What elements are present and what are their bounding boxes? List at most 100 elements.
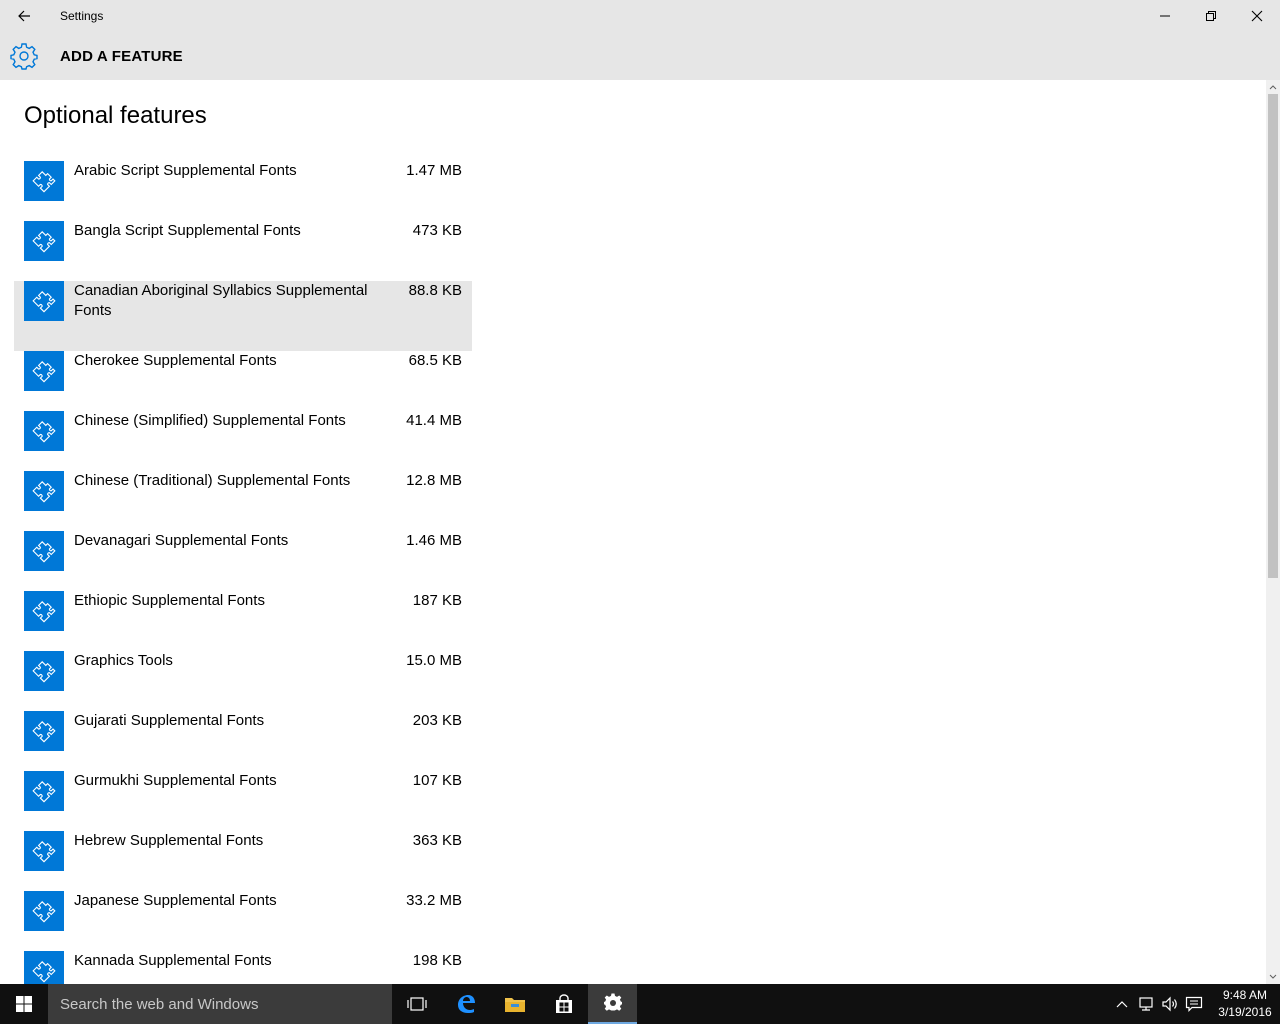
feature-size: 33.2 MB	[406, 892, 462, 909]
edge-browser-icon	[457, 995, 475, 1013]
puzzle-piece-icon	[24, 411, 64, 451]
feature-row[interactable]: Devanagari Supplemental Fonts 1.46 MB	[14, 531, 472, 591]
restore-icon	[1206, 11, 1216, 21]
puzzle-piece-icon	[24, 831, 64, 871]
back-button[interactable]	[0, 0, 48, 32]
puzzle-piece-icon	[24, 771, 64, 811]
feature-row[interactable]: Arabic Script Supplemental Fonts 1.47 MB	[14, 161, 472, 221]
gear-icon	[603, 993, 622, 1011]
feature-size: 363 KB	[412, 832, 462, 849]
feature-row[interactable]: Gujarati Supplemental Fonts 203 KB	[14, 711, 472, 771]
scroll-up-arrow-icon[interactable]	[1266, 80, 1280, 94]
folder-icon	[504, 998, 525, 1012]
restore-button[interactable]	[1188, 0, 1234, 32]
close-icon	[1251, 10, 1263, 22]
feature-name: Gurmukhi Supplemental Fonts	[74, 772, 277, 789]
puzzle-piece-icon	[24, 351, 64, 391]
scroll-down-arrow-icon[interactable]	[1266, 970, 1280, 984]
taskbar-store-button[interactable]	[539, 984, 588, 1024]
puzzle-piece-icon	[24, 161, 64, 201]
page-header-title: ADD A FEATURE	[60, 47, 183, 65]
feature-name: Japanese Supplemental Fonts	[74, 892, 277, 909]
feature-name: Canadian Aboriginal Syllabics Supplement…	[74, 282, 368, 319]
taskbar: Search the web and Windows 9:48 AM 3/19/…	[0, 984, 1280, 1024]
system-tray: 9:48 AM 3/19/2016	[1110, 984, 1280, 1024]
puzzle-piece-icon	[24, 651, 64, 691]
feature-row[interactable]: Graphics Tools 15.0 MB	[14, 651, 472, 711]
feature-row[interactable]: Bangla Script Supplemental Fonts 473 KB	[14, 221, 472, 281]
taskbar-file-explorer-button[interactable]	[490, 984, 539, 1024]
back-arrow-icon	[18, 10, 30, 22]
show-hidden-icons-chevron-icon[interactable]	[1110, 984, 1134, 1024]
clock-date: 3/19/2016	[1218, 1005, 1272, 1019]
feature-row-hovered[interactable]: Canadian Aboriginal Syllabics Supplement…	[14, 281, 472, 351]
feature-row[interactable]: Hebrew Supplemental Fonts 363 KB	[14, 831, 472, 891]
puzzle-piece-icon	[24, 471, 64, 511]
feature-size: 203 KB	[412, 712, 462, 729]
feature-size: 12.8 MB	[406, 472, 462, 489]
start-button[interactable]	[0, 984, 48, 1024]
feature-name: Hebrew Supplemental Fonts	[74, 832, 264, 849]
title-bar: Settings	[0, 0, 1280, 32]
windows-logo-icon	[16, 996, 32, 1012]
feature-size: 198 KB	[412, 952, 462, 969]
task-view-button[interactable]	[392, 984, 441, 1024]
feature-name: Chinese (Traditional) Supplemental Fonts	[74, 472, 351, 489]
content-area: Optional features Arabic Script Suppleme…	[0, 80, 1266, 984]
action-center-icon[interactable]	[1182, 984, 1206, 1024]
feature-size: 473 KB	[412, 222, 462, 239]
feature-size: 1.47 MB	[406, 162, 462, 179]
feature-size: 107 KB	[412, 772, 462, 789]
feature-row[interactable]: Chinese (Simplified) Supplemental Fonts …	[14, 411, 472, 471]
feature-row[interactable]: Gurmukhi Supplemental Fonts 107 KB	[14, 771, 472, 831]
window-controls	[1142, 0, 1280, 32]
taskbar-clock[interactable]: 9:48 AM 3/19/2016	[1210, 987, 1280, 1021]
feature-size: 15.0 MB	[406, 652, 462, 669]
feature-list: Arabic Script Supplemental Fonts 1.47 MB…	[14, 161, 472, 984]
feature-name: Ethiopic Supplemental Fonts	[74, 592, 265, 609]
feature-name: Gujarati Supplemental Fonts	[74, 712, 265, 729]
puzzle-piece-icon	[24, 711, 64, 751]
feature-size: 187 KB	[412, 592, 462, 609]
puzzle-piece-icon	[24, 951, 64, 984]
close-button[interactable]	[1234, 0, 1280, 32]
page-header: ADD A FEATURE	[0, 32, 1280, 80]
puzzle-piece-icon	[24, 221, 64, 261]
feature-name: Chinese (Simplified) Supplemental Fonts	[74, 412, 346, 429]
feature-name: Graphics Tools	[74, 652, 173, 669]
taskbar-edge-button[interactable]	[441, 984, 490, 1024]
feature-name: Arabic Script Supplemental Fonts	[74, 162, 297, 179]
minimize-button[interactable]	[1142, 0, 1188, 32]
feature-row[interactable]: Chinese (Traditional) Supplemental Fonts…	[14, 471, 472, 531]
feature-row[interactable]: Ethiopic Supplemental Fonts 187 KB	[14, 591, 472, 651]
clock-time: 9:48 AM	[1222, 988, 1268, 1002]
volume-icon[interactable]	[1158, 984, 1182, 1024]
scroll-thumb[interactable]	[1268, 94, 1278, 578]
puzzle-piece-icon	[24, 531, 64, 571]
puzzle-piece-icon	[24, 591, 64, 631]
feature-size: 88.8 KB	[408, 282, 462, 299]
store-bag-icon	[555, 994, 572, 1013]
window-title: Settings	[60, 9, 104, 23]
minimize-icon	[1160, 15, 1170, 17]
feature-row[interactable]: Japanese Supplemental Fonts 33.2 MB	[14, 891, 472, 951]
feature-row[interactable]: Cherokee Supplemental Fonts 68.5 KB	[14, 351, 472, 411]
feature-row[interactable]: Kannada Supplemental Fonts 198 KB	[14, 951, 472, 984]
feature-name: Bangla Script Supplemental Fonts	[74, 222, 301, 239]
puzzle-piece-icon	[24, 281, 64, 321]
network-icon[interactable]	[1134, 984, 1158, 1024]
feature-size: 41.4 MB	[406, 412, 462, 429]
gear-icon	[0, 32, 48, 80]
vertical-scrollbar[interactable]	[1266, 80, 1280, 984]
task-view-icon	[406, 997, 427, 1011]
feature-size: 1.46 MB	[406, 532, 462, 549]
feature-name: Kannada Supplemental Fonts	[74, 952, 272, 969]
taskbar-search-box[interactable]: Search the web and Windows	[48, 984, 392, 1024]
puzzle-piece-icon	[24, 891, 64, 931]
feature-name: Cherokee Supplemental Fonts	[74, 352, 277, 369]
page-title: Optional features	[24, 102, 207, 129]
search-placeholder: Search the web and Windows	[60, 995, 259, 1013]
feature-size: 68.5 KB	[408, 352, 462, 369]
feature-name: Devanagari Supplemental Fonts	[74, 532, 289, 549]
taskbar-settings-button[interactable]	[588, 984, 637, 1024]
